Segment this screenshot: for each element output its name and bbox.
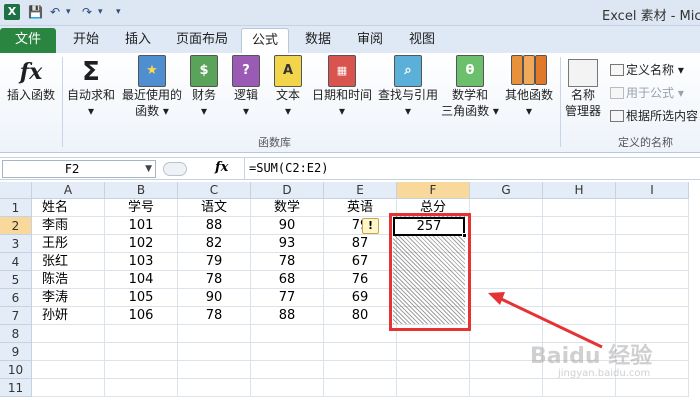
watermark-logo: Baidu 经验 [530,344,653,369]
watermark-url: jingyan.baidu.com [558,368,651,379]
